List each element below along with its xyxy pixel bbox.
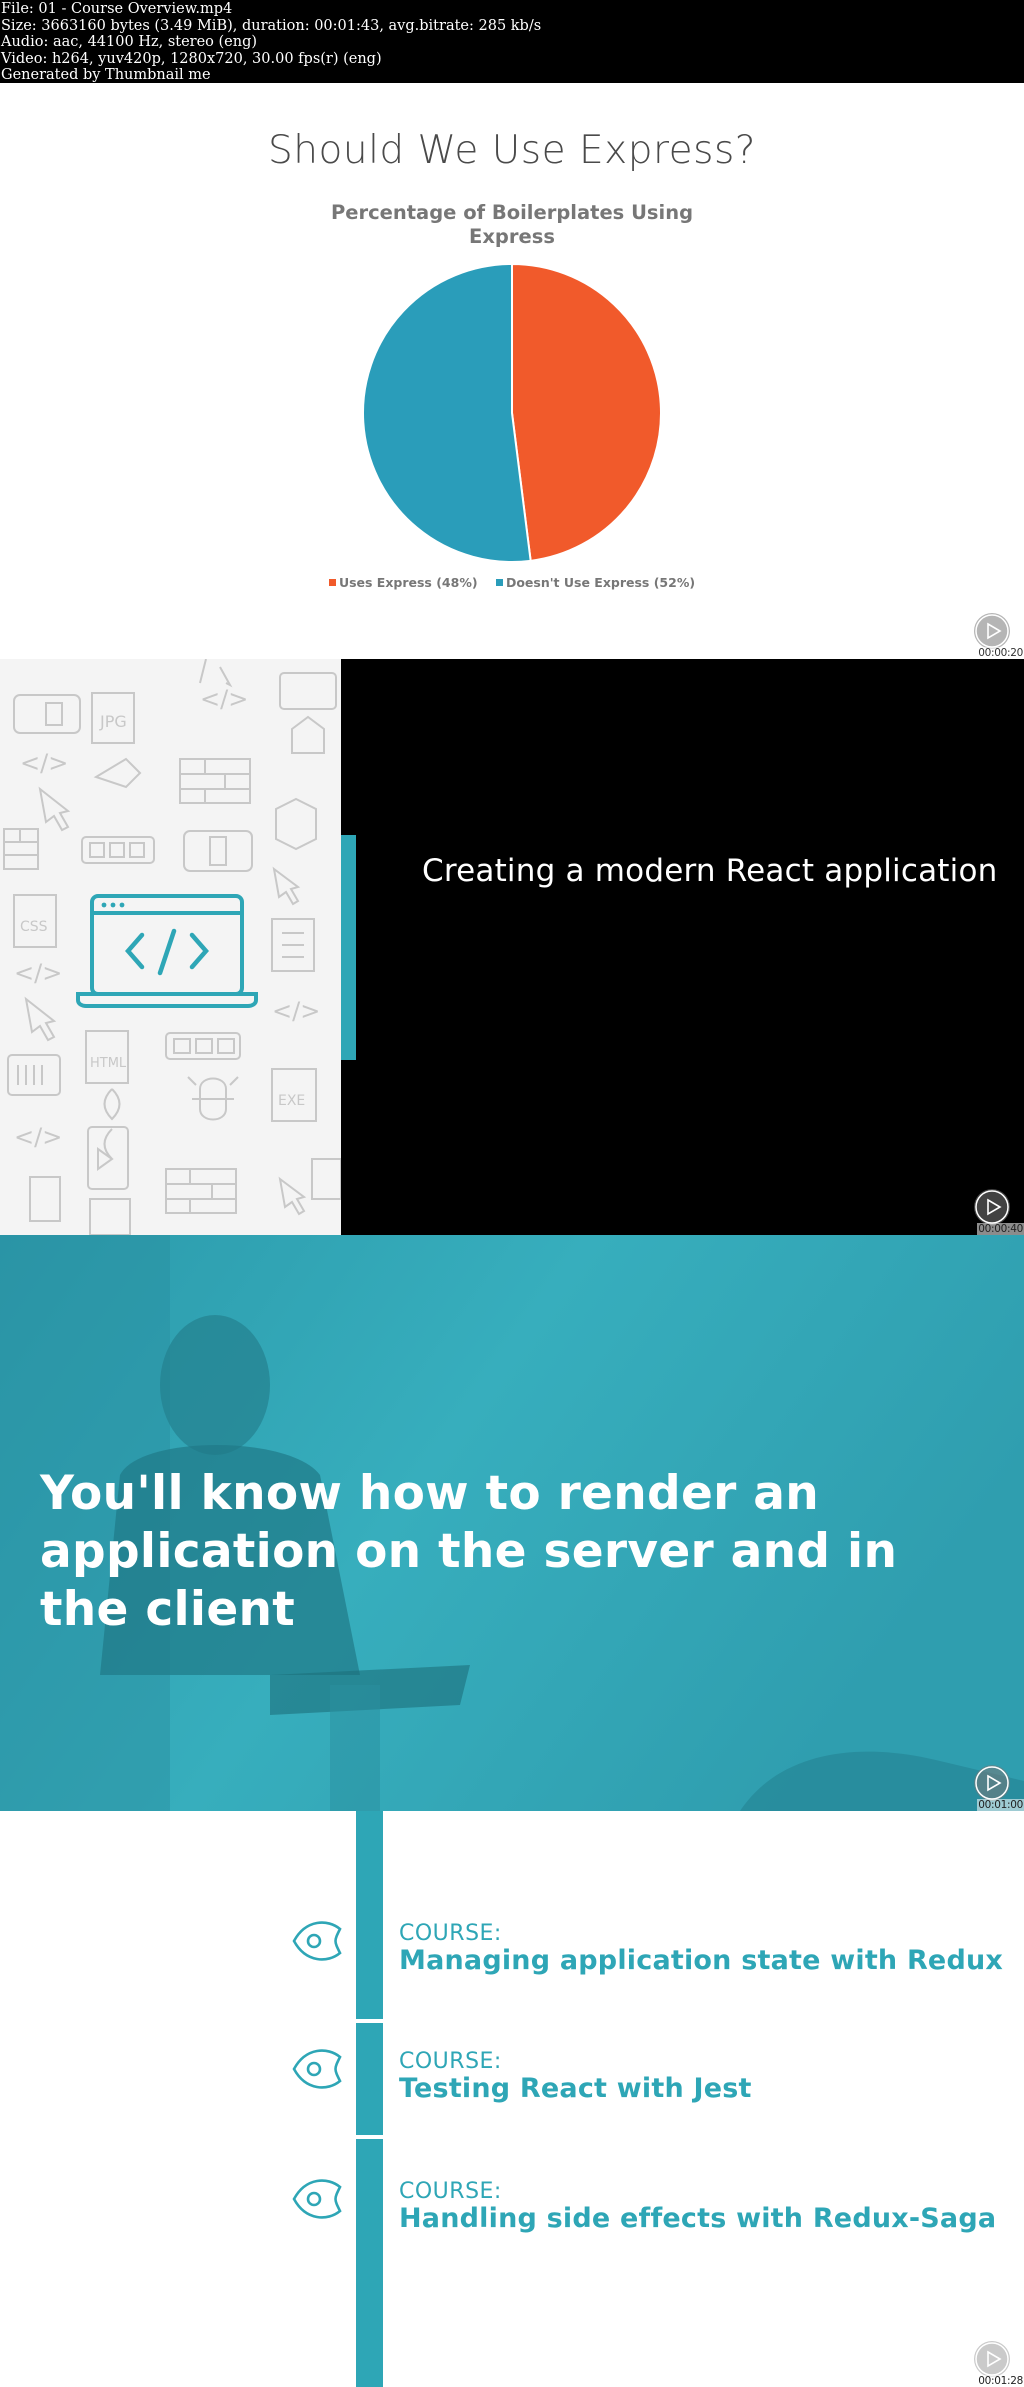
location-pin-icon xyxy=(292,2049,342,2089)
play-icon xyxy=(975,614,1009,648)
code-laptop-icon xyxy=(76,894,258,1008)
icon-pattern-panel: JPG </> </> CSS </> </> HTML EXE </> xyxy=(0,659,342,1235)
timeline-bar-segment xyxy=(356,2139,383,2387)
thumbnail-frame-3: You'll know how to render an application… xyxy=(0,1235,1024,1811)
info-line-generator: Generated by Thumbnail me xyxy=(1,67,211,83)
timestamp: 00:01:00 xyxy=(977,1799,1024,1811)
course-kicker: COURSE: xyxy=(399,1921,502,1946)
location-pin-icon xyxy=(292,2179,342,2219)
play-icon xyxy=(975,2342,1009,2376)
accent-bar xyxy=(341,835,356,1060)
location-pin-icon xyxy=(292,1921,342,1961)
info-line-video: Video: h264, yuv420p, 1280x720, 30.00 fp… xyxy=(1,50,382,67)
chart-title: Percentage of Boilerplates Using Express xyxy=(330,201,694,248)
play-button[interactable] xyxy=(974,613,1010,649)
course-kicker: COURSE: xyxy=(399,2179,502,2204)
course-kicker: COURSE: xyxy=(399,2049,502,2074)
info-line-size: Size: 3663160 bytes (3.49 MiB), duration… xyxy=(1,17,542,34)
legend-item-doesnt-use-express: Doesn't Use Express (52%) xyxy=(495,575,696,590)
svg-text:</>: </> xyxy=(20,749,68,777)
play-icon xyxy=(975,1190,1009,1224)
course-name: Handling side effects with Redux-Saga xyxy=(399,2203,997,2234)
timeline-bar-segment xyxy=(356,1811,383,2019)
timestamp: 00:01:28 xyxy=(977,2375,1024,2387)
thumbnail-frame-2: JPG </> </> CSS </> </> HTML EXE </> Cre… xyxy=(0,659,1024,1235)
slide-title: Should We Use Express? xyxy=(268,128,756,173)
play-button[interactable] xyxy=(974,1189,1010,1225)
legend-swatch xyxy=(495,579,503,586)
svg-text:</>: </> xyxy=(200,685,248,713)
video-info-header: File: 01 - Course Overview.mp4 Size: 3663… xyxy=(0,0,1024,83)
course-name: Managing application state with Redux xyxy=(399,1945,1004,1976)
svg-text:HTML: HTML xyxy=(90,1056,127,1071)
info-line-file: File: 01 - Course Overview.mp4 xyxy=(1,1,233,17)
svg-text:JPG: JPG xyxy=(99,712,127,731)
pie-slice-1 xyxy=(362,262,532,563)
svg-text:</>: </> xyxy=(14,1123,62,1151)
timeline-bar-segment xyxy=(356,2023,383,2135)
thumbnail-frame-1: Should We Use Express? Percentage of Boi… xyxy=(0,83,1024,659)
timestamp: 00:00:20 xyxy=(977,647,1024,659)
course-name: Testing React with Jest xyxy=(399,2073,752,2104)
play-button[interactable] xyxy=(974,1765,1010,1801)
module-title: Creating a modern React application xyxy=(422,853,998,889)
legend-label: Doesn't Use Express (52%) xyxy=(505,575,696,590)
play-icon xyxy=(975,1766,1009,1800)
legend-label: Uses Express (48%) xyxy=(338,575,478,590)
svg-text:EXE: EXE xyxy=(278,1093,305,1109)
slide-heading: You'll know how to render an application… xyxy=(40,1466,898,1637)
pie-slice-0 xyxy=(511,262,662,562)
legend-swatch xyxy=(328,579,336,586)
svg-text:</>: </> xyxy=(14,959,62,987)
timestamp: 00:00:40 xyxy=(977,1223,1024,1235)
play-button[interactable] xyxy=(974,2341,1010,2377)
pie-chart xyxy=(362,262,662,563)
svg-text:CSS: CSS xyxy=(20,919,48,935)
svg-text:</>: </> xyxy=(272,997,320,1025)
thumbnail-frame-4: COURSE: Managing application state with … xyxy=(0,1811,1024,2387)
info-line-audio: Audio: aac, 44100 Hz, stereo (eng) xyxy=(1,34,258,50)
legend-item-uses-express: Uses Express (48%) xyxy=(328,575,478,590)
chart-legend: Uses Express (48%) Doesn't Use Express (… xyxy=(0,575,1024,590)
